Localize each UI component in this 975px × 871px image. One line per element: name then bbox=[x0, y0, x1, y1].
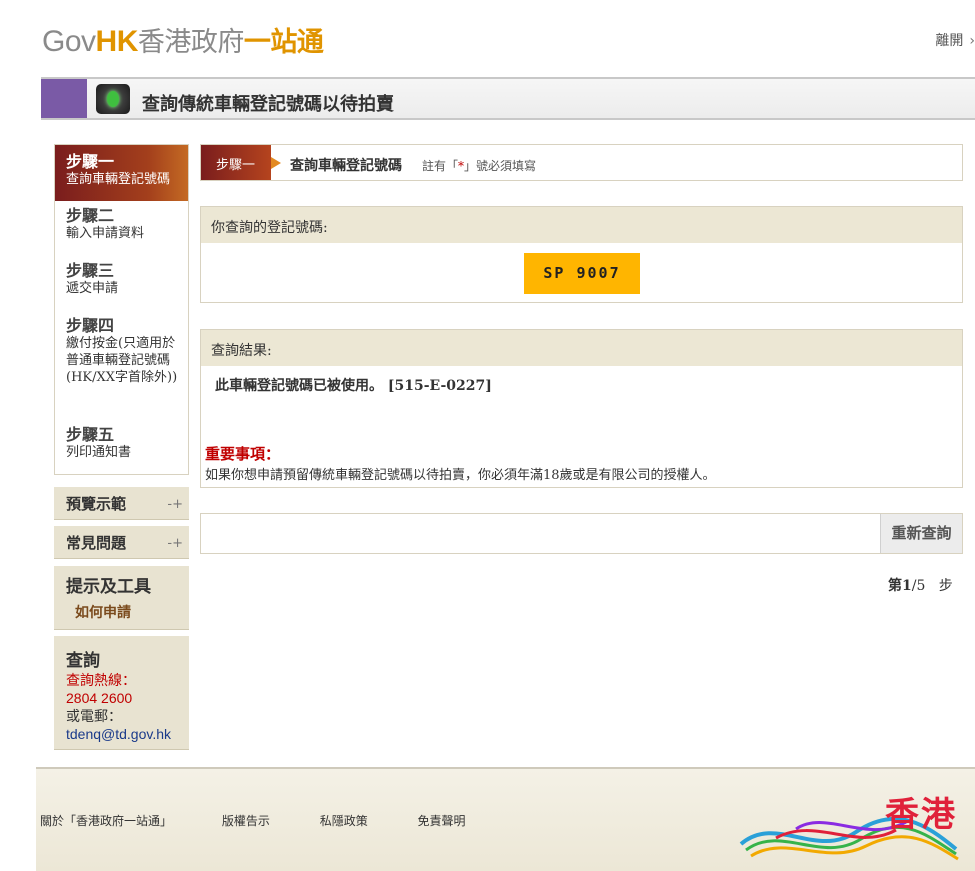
step-heading: 步驟四 bbox=[66, 316, 115, 335]
step-pager: 第1/5 步 bbox=[888, 575, 953, 595]
logo-hk-text: HK bbox=[95, 25, 139, 58]
tips-title: 提示及工具 bbox=[66, 577, 151, 597]
step-desc: 繳付按金(只適用於普通車輛登記號碼(HK/XX字首除外)) bbox=[66, 336, 178, 385]
step-desc: 輸入申請資料 bbox=[66, 226, 145, 241]
step-title: 查詢車輛登記號碼 bbox=[290, 158, 402, 174]
action-bar: 重新查詢 bbox=[200, 513, 963, 554]
step-desc: 遞交申請 bbox=[66, 281, 119, 296]
expand-plus-icon: -+ bbox=[167, 536, 183, 551]
result-heading: 查詢結果: bbox=[201, 330, 962, 366]
traffic-light-icon bbox=[96, 84, 130, 114]
logo-gov-text: Gov bbox=[42, 25, 96, 58]
query-panel: 你查詢的登記號碼: SP 9007 bbox=[200, 206, 963, 303]
step-desc: 列印通知書 bbox=[66, 445, 132, 460]
preview-demo-button[interactable]: 預覽示範 -+ bbox=[54, 487, 189, 520]
result-panel: 查詢結果: 此車輛登記號碼已被使用。 [515-E-0227] 重要事項： 如果… bbox=[200, 329, 963, 488]
footer-link-about[interactable]: 關於「香港政府一站通」 bbox=[40, 814, 172, 828]
step-heading: 步驟五 bbox=[66, 425, 115, 444]
page-title-bar: 查詢傳統車輛登記號碼以待拍賣 bbox=[41, 77, 975, 120]
contact-title: 查詢 bbox=[66, 651, 100, 671]
plate-number-badge: SP 9007 bbox=[524, 253, 640, 294]
logo-zh-text: 香港政府 bbox=[137, 27, 245, 58]
note-prefix: 註有「 bbox=[422, 159, 459, 173]
important-text: 如果你想申請預留傳統車輛登記號碼以待拍賣，你必須年滿18歲或是有限公司的授權人。 bbox=[205, 468, 716, 483]
step-nav-item-4[interactable]: 步驟四 繳付按金(只適用於普通車輛登記號碼(HK/XX字首除外)) bbox=[55, 311, 188, 420]
hotline-number[interactable]: 2804 2600 bbox=[54, 689, 189, 707]
step-heading: 步驟二 bbox=[66, 206, 115, 225]
footer-link-privacy[interactable]: 私隱政策 bbox=[320, 814, 368, 828]
step-heading: 步驟一 bbox=[66, 152, 115, 171]
step-nav: 步驟一 查詢車輛登記號碼 步驟二 輸入申請資料 步驟三 遞交申請 步驟四 繳付按… bbox=[54, 144, 189, 475]
pager-suffix: 步 bbox=[938, 578, 953, 594]
email-label: 或電郵： bbox=[66, 708, 122, 724]
hotline-label: 查詢熱線： bbox=[66, 672, 136, 688]
step-nav-item-5[interactable]: 步驟五 列印通知書 bbox=[55, 420, 188, 470]
re-query-button[interactable]: 重新查詢 bbox=[880, 514, 962, 553]
pager-total: 5 bbox=[916, 578, 926, 594]
pager-prefix: 第 bbox=[888, 578, 902, 594]
step-nav-item-2[interactable]: 步驟二 輸入申請資料 bbox=[55, 201, 188, 256]
step-tag: 步驟一 bbox=[201, 145, 281, 180]
page-title: 查詢傳統車輛登記號碼以待拍賣 bbox=[142, 94, 394, 115]
contact-box: 查詢 查詢熱線： 2804 2600 或電郵： tdenq@td.gov.hk bbox=[54, 636, 189, 750]
step-nav-item-3[interactable]: 步驟三 遞交申請 bbox=[55, 256, 188, 311]
exit-label: 離開 bbox=[935, 33, 964, 49]
footer-link-disclaimer[interactable]: 免責聲明 bbox=[418, 814, 466, 828]
step-desc: 查詢車輛登記號碼 bbox=[66, 172, 171, 187]
query-heading: 你查詢的登記號碼: bbox=[201, 207, 962, 243]
footer-link-copyright[interactable]: 版權告示 bbox=[222, 814, 270, 828]
exit-link[interactable]: 離開 › bbox=[935, 30, 975, 50]
faq-button[interactable]: 常見問題 -+ bbox=[54, 526, 189, 559]
brand-hk-text: 香港 bbox=[885, 795, 957, 835]
tips-tools-box: 提示及工具 如何申請 bbox=[54, 566, 189, 630]
result-message: 此車輛登記號碼已被使用。 [515-E-0227] bbox=[215, 378, 492, 394]
important-title: 重要事項： bbox=[205, 445, 281, 463]
required-note: 註有「*」號必須填寫 bbox=[422, 157, 536, 174]
chevron-right-icon: › bbox=[969, 33, 975, 49]
step-nav-item-1[interactable]: 步驟一 查詢車輛登記號碼 bbox=[55, 145, 188, 201]
expand-plus-icon: -+ bbox=[167, 497, 183, 512]
step-heading: 步驟三 bbox=[66, 261, 115, 280]
email-link[interactable]: tdenq@td.gov.hk bbox=[54, 725, 189, 743]
logo-zh2-text: 一站通 bbox=[243, 27, 324, 58]
current-step-bar: 步驟一 查詢車輛登記號碼 註有「*」號必須填寫 bbox=[200, 144, 963, 181]
footer: 關於「香港政府一站通」 版權告示 私隱政策 免責聲明 香港 bbox=[36, 767, 975, 871]
govhk-logo[interactable]: GovHK香港政府一站通 bbox=[42, 24, 324, 61]
note-suffix: 」號必須填寫 bbox=[464, 159, 537, 173]
pager-current: 1 bbox=[902, 578, 912, 594]
how-to-apply-link[interactable]: 如何申請 bbox=[54, 597, 189, 622]
title-accent bbox=[41, 79, 87, 118]
footer-links: 關於「香港政府一站通」 版權告示 私隱政策 免責聲明 bbox=[40, 812, 512, 829]
